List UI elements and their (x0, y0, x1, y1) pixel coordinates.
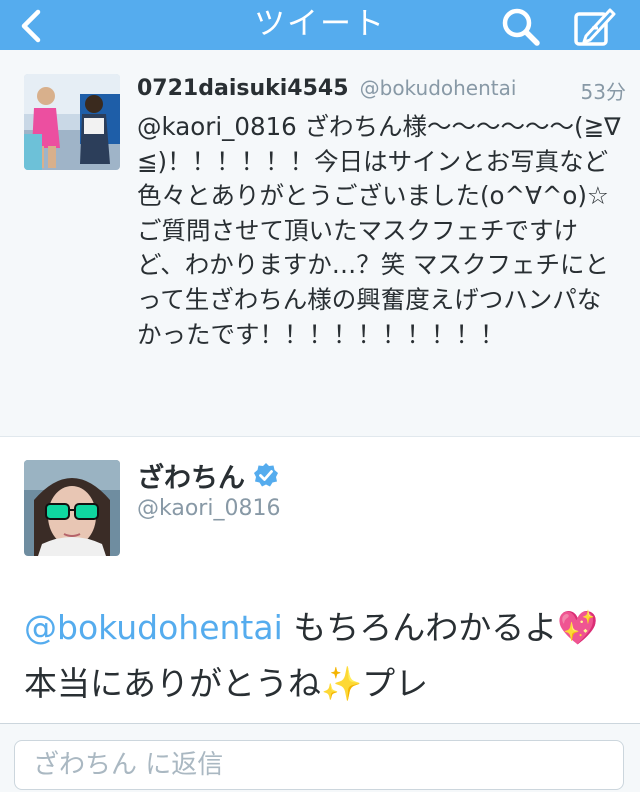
reply-tweet-text: @bokudohentai もちろんわかるよ💖 本当にありがとうね✨プレ (24, 600, 614, 712)
avatar-photo (24, 74, 120, 170)
reply-author-row: ざわちん (137, 456, 279, 495)
reply-text-segment: 本当にありがとうね (24, 664, 321, 703)
reply-text-segment: もちろんわかるよ (282, 608, 558, 647)
tweet-text: @kaori_0816 ざわちん様〜〜〜〜〜〜(≧∇≦)！！！！！！今日はサイン… (137, 112, 621, 349)
tweet-timestamp: 53分 (580, 80, 626, 104)
mention-link[interactable]: @bokudohentai (24, 608, 283, 647)
author-handle[interactable]: @bokudohentai (360, 76, 517, 100)
compose-icon[interactable] (572, 6, 616, 48)
author-name[interactable]: ざわちん (137, 456, 245, 495)
search-icon[interactable] (500, 6, 542, 48)
original-tweet[interactable]: 0721daisuki4545 @bokudohentai 53分 @kaori… (0, 50, 640, 437)
avatar[interactable] (24, 74, 120, 170)
avatar[interactable] (24, 460, 120, 556)
reply-text-segment: プレ (362, 664, 429, 703)
page-title: ツイート (254, 6, 386, 42)
avatar-photo (24, 460, 120, 556)
reply-bar (0, 723, 640, 792)
tweet-header: 0721daisuki4545 @bokudohentai 53分 (137, 76, 626, 108)
reply-input[interactable] (14, 740, 624, 790)
heart-emoji: 💖 (557, 608, 599, 647)
sparkles-emoji: ✨ (321, 664, 363, 703)
verified-badge-icon (254, 463, 278, 487)
nav-bar: ツイート (0, 0, 640, 50)
author-handle[interactable]: @kaori_0816 (137, 496, 280, 521)
author-name[interactable]: 0721daisuki4545 (137, 76, 349, 101)
